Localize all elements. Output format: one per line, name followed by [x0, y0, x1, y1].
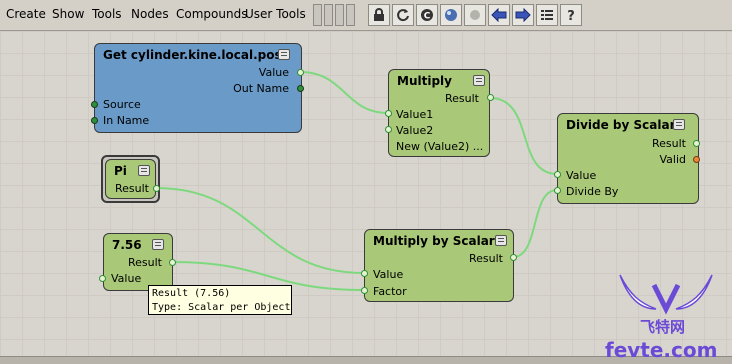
port-label-valid: Valid — [659, 153, 686, 166]
port-label-in-name: In Name — [103, 114, 150, 127]
port-output-result[interactable] — [487, 94, 494, 101]
port-label-value2: Value2 — [396, 124, 434, 137]
port-output-value[interactable] — [297, 69, 304, 76]
node-menu-icon[interactable] — [495, 235, 507, 246]
multiply-node[interactable]: Multiply Result Value1 Value2 New (Value… — [388, 69, 490, 157]
tooltip-line-2: Type: Scalar per Object — [152, 302, 291, 313]
port-label-value: Value — [566, 169, 597, 182]
node-menu-icon[interactable] — [473, 75, 485, 86]
wire-pi-result-to-mulscalar-value — [155, 187, 365, 274]
port-input-factor[interactable] — [361, 287, 368, 294]
port-label-result: Result — [128, 256, 162, 269]
node-title: Divide by Scalar — [566, 118, 676, 132]
port-label-value: Value — [258, 66, 289, 79]
multiply-by-scalar-node[interactable]: Multiply by Scalar Result Value Factor — [364, 229, 514, 302]
pi-node[interactable]: Pi Result — [105, 159, 156, 199]
watermark-site: fevte.com — [605, 338, 718, 362]
node-menu-icon[interactable] — [278, 49, 290, 60]
node-title: Multiply by Scalar — [373, 234, 495, 248]
port-label-result: Result — [445, 92, 479, 105]
port-label-value: Value — [373, 268, 404, 281]
port-input-value[interactable] — [554, 171, 561, 178]
wire-mulscalar-result-to-divide-divideby — [512, 189, 558, 258]
divide-by-scalar-node[interactable]: Divide by Scalar Result Valid Value Divi… — [557, 113, 699, 204]
port-label-result: Result — [469, 252, 503, 265]
port-label-value: Value — [111, 272, 142, 285]
port-input-source[interactable] — [91, 101, 98, 108]
port-output-out-name[interactable] — [297, 85, 304, 92]
node-title: Get cylinder.kine.local.posx — [103, 48, 290, 62]
constant-756-node[interactable]: 7.56 Result Value — [103, 233, 173, 291]
port-input-value1[interactable] — [385, 110, 392, 117]
port-output-result[interactable] — [153, 185, 160, 192]
port-output-valid[interactable] — [693, 156, 700, 163]
port-label-divide-by: Divide By — [566, 185, 619, 198]
node-menu-icon[interactable] — [152, 239, 164, 250]
port-label-out-name: Out Name — [233, 82, 289, 95]
port-output-result[interactable] — [693, 140, 700, 147]
pi-node-selection[interactable]: Pi Result — [101, 155, 160, 203]
port-label-value1: Value1 — [396, 108, 434, 121]
wire-get-value-to-multiply-value1 — [299, 71, 389, 114]
port-label-new-value2: New (Value2) ... — [396, 140, 484, 153]
port-input-value[interactable] — [99, 275, 106, 282]
port-label-result: Result — [115, 182, 149, 195]
node-title: Pi — [114, 164, 127, 178]
port-input-divide-by[interactable] — [554, 187, 561, 194]
port-label-result: Result — [652, 137, 686, 150]
port-input-in-name[interactable] — [91, 117, 98, 124]
node-title: Multiply — [397, 74, 452, 88]
port-output-result[interactable] — [510, 254, 517, 261]
port-label-source: Source — [103, 98, 141, 111]
watermark-brand: 飞特网 — [640, 318, 686, 336]
port-output-result[interactable] — [169, 259, 176, 266]
node-menu-icon[interactable] — [138, 165, 150, 176]
port-label-factor: Factor — [373, 285, 407, 298]
tooltip-line-1: Result (7.56) — [152, 288, 231, 299]
port-input-value[interactable] — [361, 270, 368, 277]
wire-multiply-result-to-divide-value — [489, 97, 558, 175]
node-title: 7.56 — [112, 238, 142, 252]
port-tooltip: Result (7.56) Type: Scalar per Object — [148, 285, 292, 315]
port-input-value2[interactable] — [385, 126, 392, 133]
node-menu-icon[interactable] — [673, 119, 685, 130]
get-cylinder-node[interactable]: Get cylinder.kine.local.posx Value Out N… — [94, 43, 302, 133]
